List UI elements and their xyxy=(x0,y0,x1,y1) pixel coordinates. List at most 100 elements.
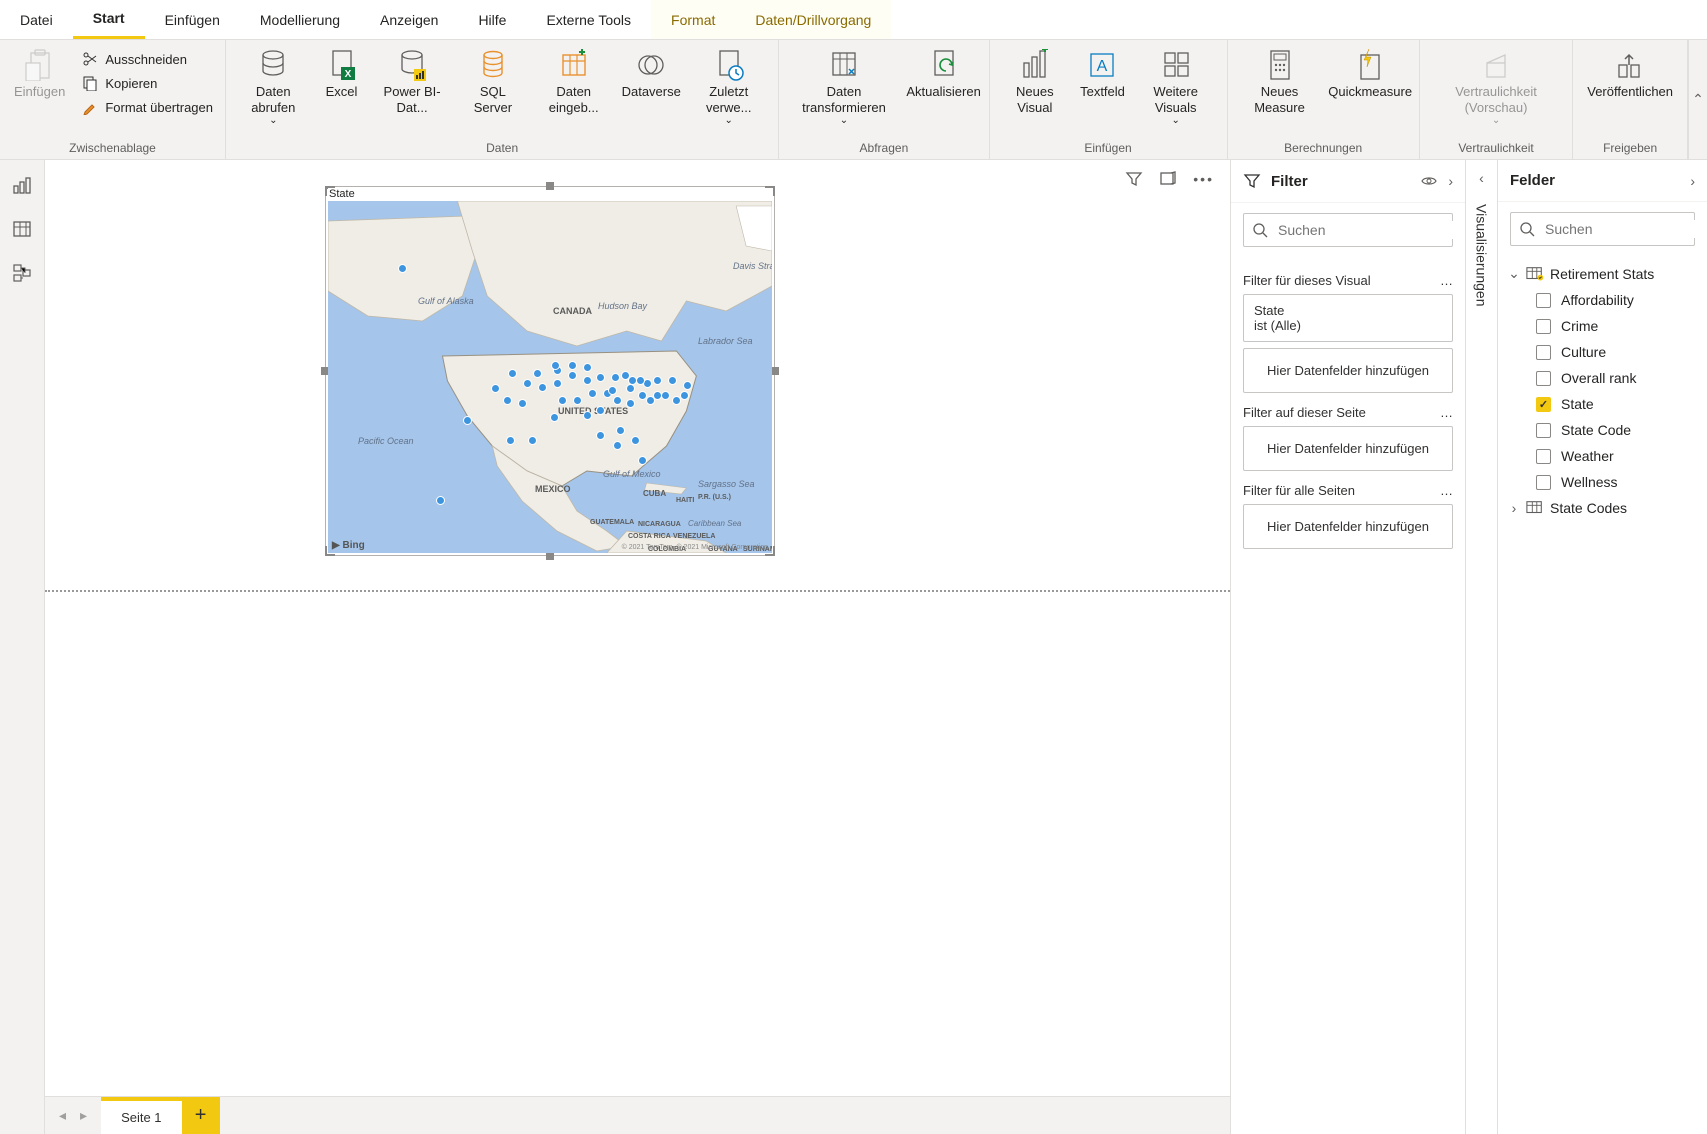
more-visuals-button[interactable]: Weitere Visuals⌄ xyxy=(1131,44,1221,131)
focus-mode-icon[interactable] xyxy=(1159,170,1177,188)
resize-handle[interactable] xyxy=(546,182,554,190)
tab-einfügen[interactable]: Einfügen xyxy=(145,0,240,39)
data-point[interactable] xyxy=(588,389,597,398)
tab-datei[interactable]: Datei xyxy=(0,0,73,39)
data-point[interactable] xyxy=(613,396,622,405)
field-wellness[interactable]: Wellness xyxy=(1498,469,1707,495)
data-point[interactable] xyxy=(398,264,407,273)
recent-sources-button[interactable]: Zuletzt verwe...⌄ xyxy=(685,44,772,131)
data-point[interactable] xyxy=(573,396,582,405)
collapse-ribbon-button[interactable]: ⌃ xyxy=(1688,40,1707,159)
data-point[interactable] xyxy=(533,369,542,378)
data-point[interactable] xyxy=(621,371,630,380)
excel-button[interactable]: XExcel xyxy=(317,44,367,104)
tab-start[interactable]: Start xyxy=(73,0,145,39)
field-checkbox[interactable] xyxy=(1536,423,1551,438)
publish-button[interactable]: Veröffentlichen xyxy=(1579,44,1681,104)
data-point[interactable] xyxy=(508,369,517,378)
tab-anzeigen[interactable]: Anzeigen xyxy=(360,0,458,39)
transform-data-button[interactable]: Daten transformieren⌄ xyxy=(785,44,902,131)
add-page-button[interactable]: + xyxy=(182,1097,220,1134)
data-point[interactable] xyxy=(583,376,592,385)
data-point[interactable] xyxy=(596,431,605,440)
enter-data-button[interactable]: Daten eingeb... xyxy=(530,44,617,119)
data-point[interactable] xyxy=(661,391,670,400)
data-point[interactable] xyxy=(463,416,472,425)
field-checkbox[interactable] xyxy=(1536,397,1551,412)
next-page-button[interactable]: ▸ xyxy=(80,1107,87,1124)
field-crime[interactable]: Crime xyxy=(1498,313,1707,339)
data-point[interactable] xyxy=(631,436,640,445)
data-point[interactable] xyxy=(653,391,662,400)
data-point[interactable] xyxy=(636,376,645,385)
data-point[interactable] xyxy=(568,361,577,370)
data-point[interactable] xyxy=(626,399,635,408)
dataverse-button[interactable]: Dataverse xyxy=(619,44,683,104)
data-point[interactable] xyxy=(680,391,689,400)
copy-button[interactable]: Kopieren xyxy=(77,72,217,94)
section-more-icon[interactable]: … xyxy=(1440,405,1453,420)
data-point[interactable] xyxy=(528,436,537,445)
model-view-button[interactable] xyxy=(11,262,33,284)
expand-viz-icon[interactable]: ‹ xyxy=(1479,170,1484,186)
data-point[interactable] xyxy=(653,376,662,385)
data-point[interactable] xyxy=(611,373,620,382)
canvas-empty-area[interactable] xyxy=(45,592,1230,1096)
field-culture[interactable]: Culture xyxy=(1498,339,1707,365)
more-options-icon[interactable]: ••• xyxy=(1193,171,1214,187)
viz-pane-title[interactable]: Visualisierungen xyxy=(1474,196,1490,314)
field-checkbox[interactable] xyxy=(1536,293,1551,308)
data-point[interactable] xyxy=(518,399,527,408)
data-point[interactable] xyxy=(553,379,562,388)
table-state-codes[interactable]: ›State Codes xyxy=(1498,495,1707,521)
filters-search[interactable] xyxy=(1243,213,1453,247)
data-point[interactable] xyxy=(683,381,692,390)
data-point[interactable] xyxy=(583,411,592,420)
field-checkbox[interactable] xyxy=(1536,319,1551,334)
data-point[interactable] xyxy=(436,496,445,505)
data-point[interactable] xyxy=(558,396,567,405)
filter-visual-icon[interactable] xyxy=(1125,170,1143,188)
eye-icon[interactable] xyxy=(1420,172,1438,190)
fields-search[interactable] xyxy=(1510,212,1695,246)
field-state-code[interactable]: State Code xyxy=(1498,417,1707,443)
tab-modellierung[interactable]: Modellierung xyxy=(240,0,360,39)
quick-measure-button[interactable]: Quickmeasure xyxy=(1327,44,1412,104)
new-measure-button[interactable]: Neues Measure xyxy=(1234,44,1326,119)
cut-button[interactable]: Ausschneiden xyxy=(77,48,217,70)
resize-handle[interactable] xyxy=(771,367,779,375)
data-point[interactable] xyxy=(538,383,547,392)
tab-externe tools[interactable]: Externe Tools xyxy=(526,0,651,39)
format-painter-button[interactable]: Format übertragen xyxy=(77,96,217,118)
data-point[interactable] xyxy=(503,396,512,405)
filters-search-input[interactable] xyxy=(1276,221,1461,239)
field-checkbox[interactable] xyxy=(1536,475,1551,490)
data-point[interactable] xyxy=(523,379,532,388)
data-point[interactable] xyxy=(613,441,622,450)
data-point[interactable] xyxy=(596,406,605,415)
section-more-icon[interactable]: … xyxy=(1440,483,1453,498)
filter-drop-page[interactable]: Hier Datenfelder hinzufügen xyxy=(1243,426,1453,471)
map-visual[interactable]: State xyxy=(325,186,775,556)
section-more-icon[interactable]: … xyxy=(1440,273,1453,288)
data-view-button[interactable] xyxy=(11,218,33,240)
data-point[interactable] xyxy=(616,426,625,435)
get-data-button[interactable]: Daten abrufen⌄ xyxy=(232,44,315,131)
fields-search-input[interactable] xyxy=(1543,220,1707,238)
sql-button[interactable]: SQL Server xyxy=(458,44,528,119)
data-point[interactable] xyxy=(668,376,677,385)
resize-handle[interactable] xyxy=(546,552,554,560)
tab-hilfe[interactable]: Hilfe xyxy=(458,0,526,39)
data-point[interactable] xyxy=(638,456,647,465)
tab-datendrillvorgang[interactable]: Daten/Drillvorgang xyxy=(735,0,891,39)
tab-format[interactable]: Format xyxy=(651,0,735,39)
field-state[interactable]: State xyxy=(1498,391,1707,417)
collapse-fields-icon[interactable]: › xyxy=(1690,173,1695,189)
data-point[interactable] xyxy=(583,363,592,372)
textbox-button[interactable]: ATextfeld xyxy=(1076,44,1129,104)
collapse-filters-icon[interactable]: › xyxy=(1448,173,1453,189)
data-point[interactable] xyxy=(568,371,577,380)
field-checkbox[interactable] xyxy=(1536,371,1551,386)
prev-page-button[interactable]: ◂ xyxy=(59,1107,66,1124)
filter-drop-all[interactable]: Hier Datenfelder hinzufügen xyxy=(1243,504,1453,549)
